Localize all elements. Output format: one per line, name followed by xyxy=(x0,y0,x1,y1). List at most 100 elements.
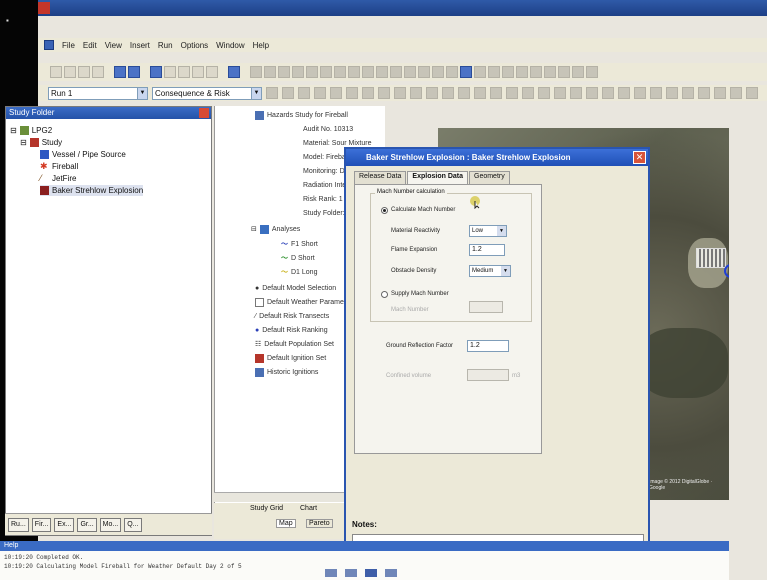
tool-icon[interactable] xyxy=(282,87,294,99)
menu-window[interactable]: Window xyxy=(216,41,244,50)
tool-icon[interactable] xyxy=(320,66,332,78)
chevron-down-icon[interactable]: ▼ xyxy=(501,266,510,276)
tool-icon[interactable] xyxy=(418,66,430,78)
tab-study-grid[interactable]: Study Grid xyxy=(250,505,283,512)
collapse-icon[interactable]: ⊟ xyxy=(251,225,257,233)
taskbar-app-icon[interactable] xyxy=(365,569,377,577)
obstacle-density-select[interactable]: Medium ▼ xyxy=(469,265,511,277)
tool-icon[interactable] xyxy=(544,66,556,78)
tool-icon[interactable] xyxy=(488,66,500,78)
tool-icon[interactable] xyxy=(460,66,472,78)
print-icon[interactable] xyxy=(92,66,104,78)
chevron-down-icon[interactable]: ▼ xyxy=(137,87,147,99)
tool-icon[interactable] xyxy=(490,87,502,99)
tree-item-baker-strehlow[interactable]: Baker Strehlow Explosion xyxy=(40,185,144,196)
menu-edit[interactable]: Edit xyxy=(83,41,97,50)
tab-geometry[interactable]: Geometry xyxy=(469,171,510,184)
run-icon[interactable] xyxy=(114,66,126,78)
chevron-down-icon[interactable]: ▼ xyxy=(251,87,261,99)
chevron-down-icon[interactable]: ▼ xyxy=(497,226,506,236)
supply-mach-radio[interactable] xyxy=(381,291,388,298)
reactivity-select[interactable]: Low ▼ xyxy=(469,225,507,237)
tool-icon[interactable] xyxy=(362,66,374,78)
tool-icon[interactable] xyxy=(432,66,444,78)
tab-explosion[interactable]: Ex... xyxy=(54,517,75,532)
tab-fire[interactable]: Fir... xyxy=(31,517,52,532)
tool-icon[interactable] xyxy=(362,87,374,99)
tool-icon[interactable] xyxy=(292,66,304,78)
tree-row[interactable]: Default Weather Parameters xyxy=(255,297,356,307)
close-icon[interactable]: ✕ xyxy=(633,151,646,164)
run-combo[interactable]: Run 1 ▼ xyxy=(48,86,148,100)
tool-icon[interactable] xyxy=(714,87,726,99)
run-all-icon[interactable] xyxy=(128,66,140,78)
tool-icon[interactable] xyxy=(474,87,486,99)
tool-icon[interactable] xyxy=(666,87,678,99)
menu-run[interactable]: Run xyxy=(158,41,173,50)
app-menu-icon[interactable] xyxy=(44,40,54,50)
tab-models[interactable]: Mo... xyxy=(99,517,122,532)
tool-icon[interactable] xyxy=(538,87,550,99)
taskbar-app-icon[interactable] xyxy=(385,569,397,577)
tool-icon[interactable] xyxy=(250,66,262,78)
tool-icon[interactable] xyxy=(348,66,360,78)
tab-map[interactable]: Map xyxy=(276,519,296,528)
tree-row[interactable]: Hazards Study for Fireball xyxy=(255,110,348,120)
tool-icon[interactable] xyxy=(570,87,582,99)
tool-icon[interactable] xyxy=(378,87,390,99)
tool-icon[interactable] xyxy=(618,87,630,99)
tool-icon[interactable] xyxy=(264,66,276,78)
taskbar-app-icon[interactable] xyxy=(325,569,337,577)
save-icon[interactable] xyxy=(78,66,90,78)
collapse-icon[interactable]: ⊟ xyxy=(20,138,27,147)
tool-icon[interactable] xyxy=(442,87,454,99)
tool-icon[interactable] xyxy=(394,87,406,99)
tree-row[interactable]: 〜 D Short xyxy=(281,253,315,263)
tool-icon[interactable] xyxy=(522,87,534,99)
tool-icon[interactable] xyxy=(586,66,598,78)
tree-row[interactable]: 〜 D1 Long xyxy=(281,267,317,277)
tool-icon[interactable] xyxy=(516,66,528,78)
tree-row[interactable]: ● Default Risk Ranking xyxy=(255,325,328,335)
taskbar-app-icon[interactable] xyxy=(345,569,357,577)
tool-icon[interactable] xyxy=(314,87,326,99)
ground-reflection-input[interactable]: 1.2 xyxy=(467,340,509,352)
tool-icon[interactable] xyxy=(298,87,310,99)
flame-expansion-input[interactable]: 1.2 xyxy=(469,244,505,256)
tool-icon[interactable] xyxy=(404,66,416,78)
tool-icon[interactable] xyxy=(334,66,346,78)
tool-icon[interactable] xyxy=(346,87,358,99)
tool-icon[interactable] xyxy=(390,66,402,78)
tool-icon[interactable] xyxy=(306,66,318,78)
tool-icon[interactable] xyxy=(506,87,518,99)
tool-icon[interactable] xyxy=(746,87,758,99)
tree-row[interactable]: ● Default Model Selection xyxy=(255,283,336,293)
collapse-icon[interactable]: ⊟ xyxy=(10,126,17,135)
tree-row[interactable]: Risk Rank: 1 xyxy=(303,194,343,204)
model-icon[interactable] xyxy=(150,66,162,78)
tool-icon[interactable] xyxy=(586,87,598,99)
tool-icon[interactable] xyxy=(602,87,614,99)
tree-item-lpg2[interactable]: ⊟ LPG2 xyxy=(10,125,52,136)
tree-row[interactable]: ⊟ Analyses xyxy=(251,224,300,234)
tool-icon[interactable] xyxy=(376,66,388,78)
tool-icon[interactable] xyxy=(730,87,742,99)
close-icon[interactable] xyxy=(199,108,209,118)
tab-grid[interactable]: Gr... xyxy=(77,517,97,532)
copy-icon[interactable] xyxy=(192,66,204,78)
grid-icon[interactable] xyxy=(228,66,240,78)
open-icon[interactable] xyxy=(64,66,76,78)
tool-icon[interactable] xyxy=(682,87,694,99)
tree-item-jetfire[interactable]: ⁄ JetFire xyxy=(40,173,76,184)
cut-icon[interactable] xyxy=(178,66,190,78)
tree-row[interactable]: ⁄ Default Risk Transects xyxy=(255,311,329,321)
tab-pareto[interactable]: Pareto xyxy=(306,519,333,528)
tool-icon[interactable] xyxy=(446,66,458,78)
tab-q[interactable]: Q... xyxy=(124,517,142,532)
new-icon[interactable] xyxy=(50,66,62,78)
menu-view[interactable]: View xyxy=(105,41,122,50)
tree-row[interactable]: 〜 F1 Short xyxy=(281,239,318,249)
tool-icon[interactable] xyxy=(502,66,514,78)
tool-icon[interactable] xyxy=(330,87,342,99)
tool-icon[interactable] xyxy=(458,87,470,99)
